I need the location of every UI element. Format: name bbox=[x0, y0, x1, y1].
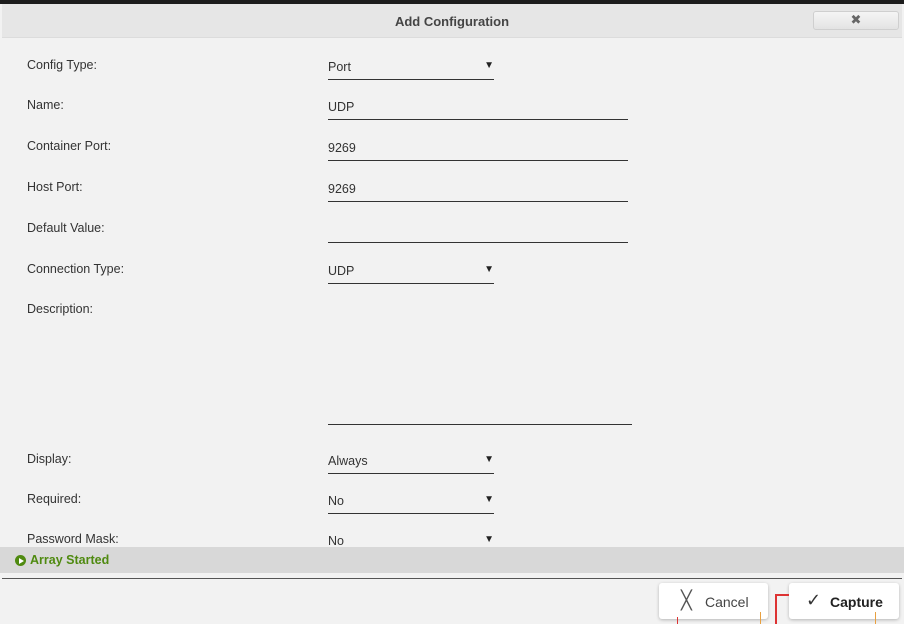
dropdown-arrow-icon: ▼ bbox=[484, 534, 494, 545]
connection-type-label: Connection Type: bbox=[27, 262, 125, 276]
name-input[interactable]: UDP bbox=[328, 97, 628, 120]
status-bar: Array Started bbox=[0, 547, 904, 573]
background-line bbox=[760, 612, 761, 624]
display-select[interactable]: Always ▼ bbox=[328, 451, 494, 474]
connection-type-value: UDP bbox=[328, 264, 355, 278]
dropdown-arrow-icon: ▼ bbox=[484, 454, 494, 465]
cancel-button[interactable]: ╳ Cancel bbox=[659, 583, 768, 619]
dropdown-arrow-icon: ▼ bbox=[484, 60, 494, 71]
display-value: Always bbox=[328, 454, 368, 468]
background-line bbox=[775, 594, 789, 624]
name-value: UDP bbox=[328, 100, 355, 114]
password-mask-value: No bbox=[328, 534, 344, 548]
cancel-label: Cancel bbox=[705, 594, 749, 610]
required-value: No bbox=[328, 494, 344, 508]
connection-type-select[interactable]: UDP ▼ bbox=[328, 261, 494, 284]
description-label: Description: bbox=[27, 302, 93, 316]
background-line bbox=[677, 617, 678, 624]
container-port-value: 9269 bbox=[328, 141, 356, 155]
dropdown-arrow-icon: ▼ bbox=[484, 264, 494, 275]
container-port-input[interactable]: 9269 bbox=[328, 138, 628, 161]
close-button[interactable]: ✖ bbox=[813, 11, 899, 30]
config-type-value: Port bbox=[328, 60, 351, 74]
display-label: Display: bbox=[27, 452, 72, 466]
background-line bbox=[875, 612, 876, 624]
password-mask-label: Password Mask: bbox=[27, 532, 119, 546]
host-port-input[interactable]: 9269 bbox=[328, 179, 628, 202]
required-label: Required: bbox=[27, 492, 82, 506]
x-icon: ╳ bbox=[681, 590, 692, 610]
footer-divider bbox=[2, 578, 902, 579]
container-port-label: Container Port: bbox=[27, 139, 112, 153]
close-icon: ✖ bbox=[850, 12, 862, 27]
required-select[interactable]: No ▼ bbox=[328, 491, 494, 514]
capture-label: Capture bbox=[830, 594, 883, 610]
check-icon: ✓ bbox=[806, 590, 822, 610]
host-port-value: 9269 bbox=[328, 182, 356, 196]
array-status-text: Array Started bbox=[30, 553, 110, 567]
config-type-select[interactable]: Port ▼ bbox=[328, 57, 494, 80]
default-value-label: Default Value: bbox=[27, 221, 105, 235]
config-type-label: Config Type: bbox=[27, 58, 97, 72]
host-port-label: Host Port: bbox=[27, 180, 83, 194]
dialog-footer: ╳ Cancel ✓ Capture bbox=[0, 573, 904, 624]
dialog-titlebar: Add Configuration ✖ bbox=[2, 4, 902, 38]
play-circle-icon bbox=[15, 555, 26, 566]
capture-button[interactable]: ✓ Capture bbox=[789, 583, 899, 619]
dropdown-arrow-icon: ▼ bbox=[484, 494, 494, 505]
name-label: Name: bbox=[27, 98, 64, 112]
dialog-title: Add Configuration bbox=[394, 14, 510, 29]
default-value-input[interactable] bbox=[328, 220, 628, 243]
description-textarea[interactable] bbox=[328, 301, 632, 425]
